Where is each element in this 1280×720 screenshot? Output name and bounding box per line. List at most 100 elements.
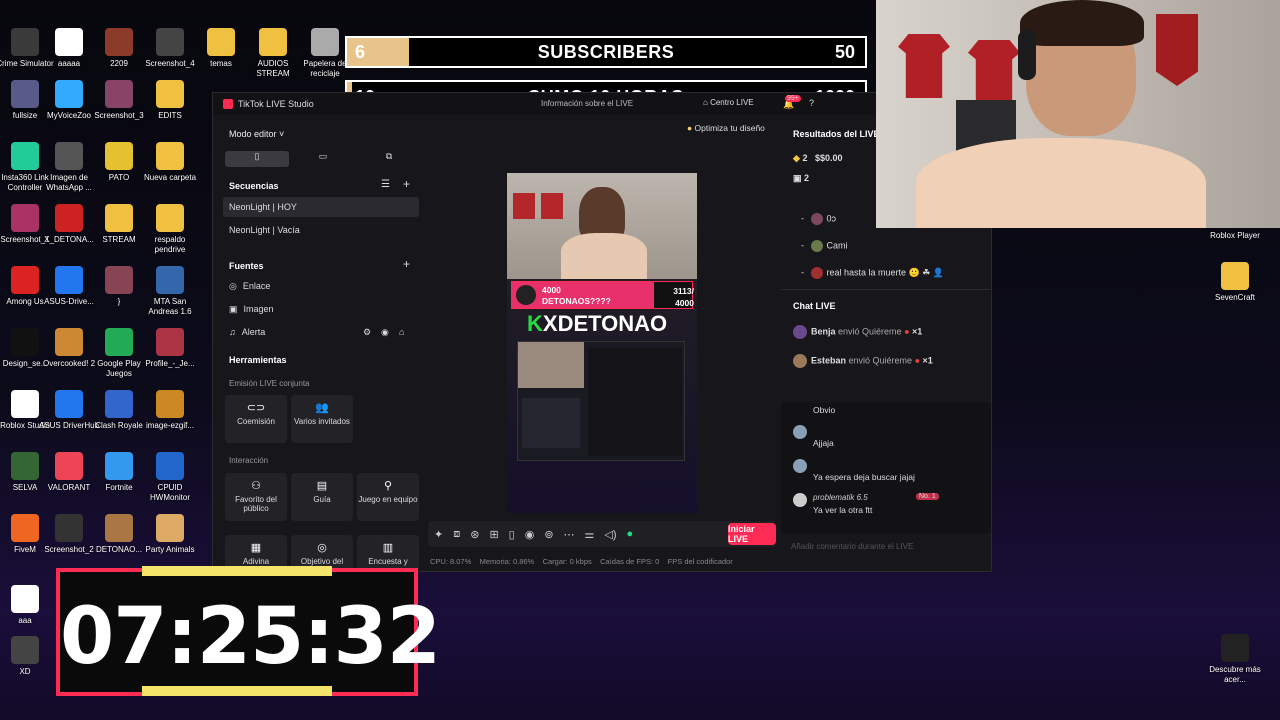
sliders-icon[interactable]: ⚌ [585, 528, 595, 541]
gift-icon: ● [914, 355, 921, 366]
chat-messages-list[interactable]: Obvio Ajjaja Ya espera deja buscar jajaj… [781, 403, 991, 533]
source-item-imagen[interactable]: ▣ Imagen [223, 299, 419, 319]
avatar [793, 425, 807, 439]
app-icon [105, 328, 133, 356]
source-item-enlace[interactable]: ◎ Enlace [223, 276, 419, 296]
app-icon [11, 28, 39, 56]
desktop-icon-label: image-ezgif... [145, 421, 195, 430]
brand-name: XDETONAO [542, 311, 668, 336]
magic-wand-icon[interactable]: ✦ [434, 528, 443, 541]
app-icon [156, 514, 184, 542]
gift-icon: ▣ [793, 173, 802, 183]
optimize-layout-link[interactable]: ● Optimiza tu diseño [687, 123, 765, 133]
live-info-link[interactable]: Información sobre el LIVE [541, 99, 633, 108]
desktop-icon[interactable]: Party Animals [139, 514, 201, 555]
brand-letter: K [527, 311, 543, 336]
help-icon[interactable]: ? [809, 98, 814, 108]
image-icon: ▣ [229, 303, 238, 314]
desktop-icon[interactable]: respaldo pendrive [139, 204, 201, 255]
timer-value: 07:25:32 [60, 592, 441, 682]
desktop-icon[interactable]: EDITS [139, 80, 201, 121]
viewer-row-3: - real hasta la muerte 🙂 ☘ 👤 [801, 267, 945, 279]
goal-widget: 4000 DETONAOS???? 3113/ 4000 [511, 281, 694, 309]
guide-tool-button[interactable]: ▤ Guía [291, 473, 353, 521]
app-icon [105, 28, 133, 56]
more-icon[interactable]: ⋯ [564, 528, 575, 541]
desktop-icon-label: Descubre más acer... [1209, 665, 1261, 684]
app-icon [55, 390, 83, 418]
desktop-icon[interactable]: CPUID HWMonitor [139, 452, 201, 503]
team-game-tool-button[interactable]: ⚲ Juego en equipo [357, 473, 419, 521]
desktop-icon[interactable]: image-ezgif... [139, 390, 201, 431]
app-icon [156, 28, 184, 56]
studio-sidebar: Modo editor ˅ ▯ ▭ ⧉ Secuencias ☰ + NeonL… [223, 123, 423, 571]
app-icon [55, 514, 83, 542]
desktop-icon-label: Party Animals [145, 545, 195, 554]
streamer-hair [1020, 0, 1144, 46]
app-icon [55, 80, 83, 108]
add-sequence-button[interactable]: + [403, 177, 410, 191]
book-icon: ▤ [316, 480, 328, 492]
users-icon: 👥 [315, 402, 329, 414]
sequence-item-neonlight-vacia[interactable]: NeonLight | Vacía [223, 220, 419, 240]
desktop-icon[interactable]: MTA San Andreas 1.6 [139, 266, 201, 317]
app-icon [11, 266, 39, 294]
live-preview-canvas[interactable]: 4000 DETONAOS???? 3113/ 4000 KXDETONAO [507, 173, 697, 513]
headphones-icon [1018, 30, 1036, 80]
add-source-button[interactable]: + [403, 257, 410, 271]
desktop-icon[interactable]: SevenCraft [1204, 262, 1266, 303]
effects-icon[interactable]: ⊛ [470, 528, 479, 541]
divider [781, 289, 991, 290]
poll-tool-button[interactable]: ▥ Encuesta y [357, 535, 419, 571]
home-icon: ⌂ [703, 98, 711, 107]
start-live-button[interactable]: Iniciar LIVE [728, 523, 776, 545]
app-icon [11, 514, 39, 542]
desktop-icon[interactable]: Descubre más acer... [1204, 634, 1266, 685]
list-icon[interactable]: ☰ [381, 179, 390, 190]
desktop-icon[interactable]: Profile_-_Je... [139, 328, 201, 369]
landscape-layout-button[interactable]: ▭ [291, 151, 355, 167]
app-icon [55, 204, 83, 232]
app-icon [11, 328, 39, 356]
gift-icon: ● [904, 326, 910, 337]
bell-icon: ♫ [229, 327, 236, 337]
camera-icon[interactable]: ⊚ [544, 528, 553, 541]
app-icon [55, 28, 83, 56]
layout-icon[interactable]: ⊞ [489, 528, 498, 541]
desktop-icon[interactable]: XD [0, 636, 56, 677]
app-icon [105, 204, 133, 232]
settings-icon[interactable]: ⚙ [363, 327, 371, 338]
source-item-alerta[interactable]: ♫ Alerta ⚙ ◉ ⌂ [223, 322, 419, 342]
app-icon [105, 80, 133, 108]
multi-guest-tool-button[interactable]: 👥 Varios invitados [291, 395, 353, 443]
desktop-icon-label: respaldo pendrive [154, 235, 186, 254]
desktop-icon[interactable]: aaa [0, 585, 56, 626]
poll-icon: ▥ [382, 542, 394, 554]
performance-stats: CPU: 8.07% Memoria: 0.86% Cargar: 0 kbps… [430, 557, 733, 566]
speaker-icon[interactable]: ◁) [604, 528, 616, 541]
live-center-link[interactable]: ⌂ Centro LIVE [703, 98, 754, 107]
cohost-tool-button[interactable]: ⊂⊃ Coemisión [225, 395, 287, 443]
gift-row: Esteban envió Quiéreme ● ×1 [793, 354, 933, 368]
desktop-icon-label: aaa [18, 616, 32, 625]
subscribers-title: SUBSCRIBERS [537, 41, 675, 62]
chat-message: Obvio [813, 405, 836, 415]
record-icon[interactable]: ◉ [525, 528, 535, 541]
dual-layout-button[interactable]: ⧉ [357, 151, 421, 167]
sequence-item-neonlight-hoy[interactable]: NeonLight | HOY [223, 197, 419, 217]
pennant-flag [1156, 14, 1198, 86]
lock-icon[interactable]: ⌂ [399, 327, 404, 337]
nested-webcam [518, 342, 584, 388]
app-icon [156, 80, 184, 108]
eye-icon[interactable]: ◉ [381, 327, 389, 338]
audience-favorite-tool-button[interactable]: ⚇ Favorito del público [225, 473, 287, 521]
portrait-layout-button[interactable]: ▯ [225, 151, 289, 167]
microphone-icon[interactable]: ● [627, 528, 634, 540]
monitor-icon: ▭ [318, 151, 328, 161]
phone-icon[interactable]: ▯ [509, 528, 515, 541]
chat-comment-input[interactable]: Añadir comentario durante el LIVE [791, 535, 981, 557]
screen-share-icon[interactable]: ⧈ [453, 528, 460, 541]
desktop-icon[interactable]: Nueva carpeta [139, 142, 201, 183]
mode-editor-dropdown[interactable]: Modo editor ˅ [229, 129, 284, 139]
desktop-icon-label: EDITS [158, 111, 182, 120]
